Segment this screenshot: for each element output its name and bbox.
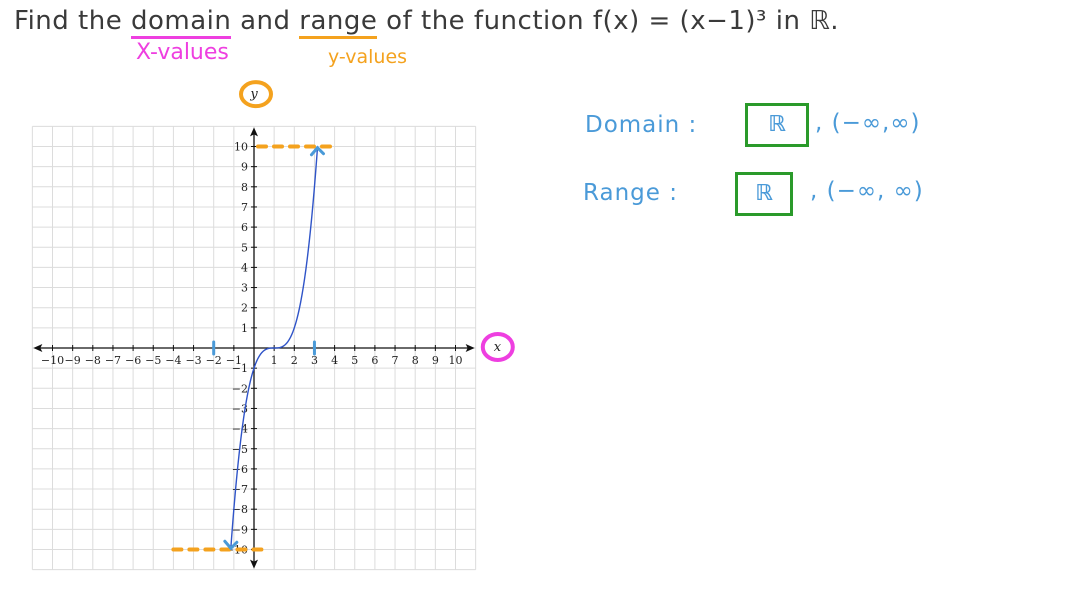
x-axis-label: x <box>494 340 502 355</box>
x-tick-label: −7 <box>105 354 121 367</box>
axes <box>33 127 475 569</box>
x-tick-label: 2 <box>291 354 298 367</box>
x-tick-label: −4 <box>165 354 181 367</box>
y-tick-label: 5 <box>241 241 248 254</box>
x-tick-label: 8 <box>412 354 419 367</box>
y-tick-label: −1 <box>232 362 248 375</box>
graph-annotations <box>171 80 515 552</box>
y-tick-label: 6 <box>241 221 248 234</box>
x-tick-label: 7 <box>392 354 399 367</box>
x-tick-label: −3 <box>185 354 201 367</box>
x-tick-label: 10 <box>449 354 463 367</box>
y-tick-label: −4 <box>232 423 248 436</box>
x-tick-label: −8 <box>85 354 101 367</box>
y-tick-label: −6 <box>232 463 248 476</box>
x-tick-label: 5 <box>351 354 358 367</box>
function-graph: −10−9−8−7−6−5−4−3−2−112345678910−10−9−8−… <box>31 80 515 571</box>
x-tick-label: 4 <box>331 354 338 367</box>
x-tick-label: 3 <box>311 354 318 367</box>
y-tick-label: 10 <box>234 141 248 154</box>
y-tick-label: 1 <box>241 322 248 335</box>
y-tick-label: 9 <box>241 161 248 174</box>
y-tick-label: −7 <box>232 483 248 496</box>
x-tick-label: 9 <box>432 354 439 367</box>
x-tick-label: 1 <box>271 354 278 367</box>
y-tick-label: 4 <box>241 261 248 274</box>
x-tick-label: −5 <box>145 354 161 367</box>
y-tick-label: 2 <box>241 302 248 315</box>
y-axis-label: y <box>249 87 258 102</box>
x-tick-label: −9 <box>65 354 81 367</box>
x-tick-label: 6 <box>371 354 378 367</box>
y-tick-label: −9 <box>232 523 248 536</box>
x-tick-label: −10 <box>41 354 64 367</box>
x-tick-label: −2 <box>206 354 222 367</box>
y-tick-label: 3 <box>241 282 248 295</box>
y-tick-label: 7 <box>241 201 248 214</box>
y-tick-label: −2 <box>232 382 248 395</box>
x-tick-label: −6 <box>125 354 141 367</box>
y-tick-label: 8 <box>241 181 248 194</box>
